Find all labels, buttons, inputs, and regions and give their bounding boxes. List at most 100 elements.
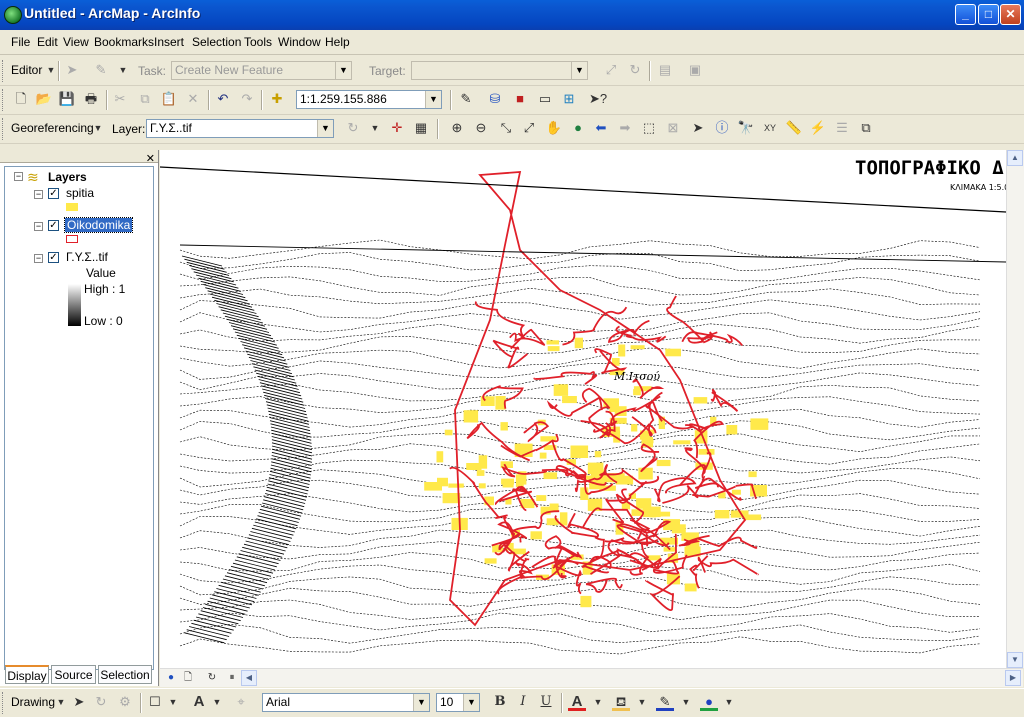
view-link-table-icon[interactable]: ▦ xyxy=(412,119,430,137)
menu-tools[interactable]: Tools xyxy=(244,35,272,49)
shape-dropdown-icon[interactable]: ▼ xyxy=(164,693,182,711)
sketch-tool-icon[interactable]: ✎ xyxy=(92,61,110,79)
pause-drawing-icon[interactable]: ⏸ xyxy=(223,669,241,687)
close-button[interactable]: ✕ xyxy=(1000,4,1021,25)
modelbuilder-icon[interactable]: ⊞ xyxy=(560,90,578,108)
fixed-zoom-out-icon[interactable]: ⤢ xyxy=(520,119,538,137)
map-horizontal-scrollbar[interactable]: ● 🗋 ↻ ⏸ ◀ ▶ xyxy=(160,668,1023,687)
copy-icon[interactable]: ⧉ xyxy=(136,90,154,108)
save-icon[interactable]: 💾 xyxy=(58,90,76,108)
forward-extent-icon[interactable]: ➡ xyxy=(616,119,634,137)
full-extent-icon[interactable]: ● xyxy=(569,119,587,137)
split-tool-icon[interactable]: ⤢ xyxy=(602,61,620,79)
open-folder-icon[interactable]: 📂 xyxy=(35,90,53,108)
rotate-element-icon[interactable]: ↻ xyxy=(92,693,110,711)
go-to-xy-icon[interactable]: XY xyxy=(761,119,779,137)
menu-window[interactable]: Window xyxy=(278,35,321,49)
add-data-icon[interactable]: ✚ xyxy=(268,90,286,108)
clear-selection-icon[interactable]: ⊠ xyxy=(664,119,682,137)
hyperlink-icon[interactable]: ⚡ xyxy=(809,119,827,137)
rotate-dropdown-icon[interactable]: ▼ xyxy=(366,119,384,137)
menu-bookmarks[interactable]: Bookmarks xyxy=(94,35,154,49)
new-text-icon[interactable]: A xyxy=(190,693,208,711)
map-canvas[interactable]: ΤΟΠΟΓΡΑΦΙΚΟ Δ ΚΛΙΜΑΚΑ 1:5.0 Μ.Ιτσού xyxy=(160,150,1006,668)
fill-color-icon[interactable]: ⛾ xyxy=(612,693,630,711)
data-frame-layers[interactable]: Layers xyxy=(48,170,87,184)
command-line-icon[interactable]: ▭ xyxy=(536,90,554,108)
cut-icon[interactable]: ✂ xyxy=(111,90,129,108)
collapse-layer-icon[interactable]: − xyxy=(34,254,43,263)
menu-edit[interactable]: Edit xyxy=(37,35,58,49)
collapse-layer-icon[interactable]: − xyxy=(34,222,43,231)
create-viewer-window-icon[interactable]: ⧉ xyxy=(857,119,875,137)
back-extent-icon[interactable]: ⬅ xyxy=(592,119,610,137)
identify-icon[interactable]: ⓘ xyxy=(713,119,731,137)
data-view-icon[interactable]: ● xyxy=(162,669,180,687)
html-popup-icon[interactable]: ☰ xyxy=(833,119,851,137)
scroll-left-icon[interactable]: ◀ xyxy=(241,670,257,686)
georef-layer-select[interactable]: Γ.Υ.Σ..tif ▼ xyxy=(146,119,334,138)
rotate-icon[interactable]: ↻ xyxy=(344,119,362,137)
task-select[interactable]: Create New Feature ▼ xyxy=(171,61,352,80)
editor-menu-button[interactable]: Editor xyxy=(11,63,42,77)
sketch-properties-icon[interactable]: ▣ xyxy=(686,61,704,79)
edit-tool-icon[interactable]: ➤ xyxy=(63,61,81,79)
zoom-in-icon[interactable]: ⊕ xyxy=(448,119,466,137)
marker-color-dropdown-icon[interactable]: ▼ xyxy=(720,693,738,711)
scroll-down-icon[interactable]: ▼ xyxy=(1007,652,1023,668)
delete-icon[interactable]: ✕ xyxy=(184,90,202,108)
add-control-points-icon[interactable]: ✛ xyxy=(388,119,406,137)
fixed-zoom-in-icon[interactable]: ⤡ xyxy=(497,119,515,137)
georeferencing-menu-button[interactable]: Georeferencing xyxy=(11,121,94,135)
editor-toolbar-icon[interactable]: ✎ xyxy=(457,90,475,108)
line-color-icon[interactable]: ✎ xyxy=(656,693,674,711)
zoom-whole-page-icon[interactable]: ⚙ xyxy=(116,693,134,711)
underline-button[interactable]: U xyxy=(537,693,555,711)
menu-selection[interactable]: Selection xyxy=(192,35,241,49)
select-elements-icon[interactable]: ➤ xyxy=(70,693,88,711)
sketch-dropdown-icon[interactable]: ▼ xyxy=(114,61,132,79)
scroll-up-icon[interactable]: ▲ xyxy=(1007,150,1023,166)
new-rectangle-icon[interactable]: ☐ xyxy=(146,693,164,711)
map-scale-select[interactable]: 1:1.259.155.886 ▼ xyxy=(296,90,442,109)
font-color-dropdown-icon[interactable]: ▼ xyxy=(589,693,607,711)
layer-checkbox-oikodomika[interactable]: ✓ xyxy=(48,220,59,231)
drawing-dropdown-icon[interactable]: ▼ xyxy=(52,693,70,711)
font-color-icon[interactable]: A xyxy=(568,693,586,711)
select-elements-icon[interactable]: ➤ xyxy=(689,119,707,137)
target-select[interactable]: ▼ xyxy=(411,61,588,80)
layer-gys-tif[interactable]: Γ.Υ.Σ..tif xyxy=(66,250,108,264)
new-document-icon[interactable]: 🗋 xyxy=(12,90,30,108)
font-family-select[interactable]: Arial ▼ xyxy=(262,693,430,712)
arctoolbox-icon[interactable]: ■ xyxy=(511,90,529,108)
scroll-right-icon[interactable]: ▶ xyxy=(1005,670,1021,686)
oikodomika-symbol-swatch[interactable] xyxy=(66,235,78,243)
marker-color-icon[interactable]: ● xyxy=(700,693,718,711)
menu-help[interactable]: Help xyxy=(325,35,350,49)
print-icon[interactable]: 🖶 xyxy=(82,90,100,108)
layout-view-icon[interactable]: 🗋 xyxy=(179,669,197,687)
tab-display[interactable]: Display xyxy=(5,665,49,684)
tab-selection[interactable]: Selection xyxy=(98,665,152,684)
bold-button[interactable]: B xyxy=(491,693,509,711)
redo-icon[interactable]: ↷ xyxy=(238,90,256,108)
whats-this-help-icon[interactable]: ➤? xyxy=(589,90,607,108)
rotate-tool-icon[interactable]: ↻ xyxy=(626,61,644,79)
refresh-view-icon[interactable]: ↻ xyxy=(203,669,221,687)
line-color-dropdown-icon[interactable]: ▼ xyxy=(677,693,695,711)
layer-checkbox-spitia[interactable]: ✓ xyxy=(48,188,59,199)
find-icon[interactable]: 🔭 xyxy=(737,119,755,137)
layer-checkbox-gys-tif[interactable]: ✓ xyxy=(48,252,59,263)
fill-color-dropdown-icon[interactable]: ▼ xyxy=(633,693,651,711)
undo-icon[interactable]: ↶ xyxy=(214,90,232,108)
paste-icon[interactable]: 📋 xyxy=(160,90,178,108)
map-view[interactable]: ΤΟΠΟΓΡΑΦΙΚΟ Δ ΚΛΙΜΑΚΑ 1:5.0 Μ.Ιτσού xyxy=(160,150,1006,668)
menu-insert[interactable]: Insert xyxy=(154,35,184,49)
map-vertical-scrollbar[interactable]: ▲ ▼ xyxy=(1006,150,1024,668)
layer-spitia[interactable]: spitia xyxy=(66,186,94,200)
toc-close-icon[interactable]: ✕ xyxy=(146,152,155,165)
collapse-layers-icon[interactable]: − xyxy=(14,172,23,181)
minimize-button[interactable]: _ xyxy=(955,4,976,25)
arccatalog-icon[interactable]: ⛁ xyxy=(486,90,504,108)
menu-view[interactable]: View xyxy=(63,35,89,49)
